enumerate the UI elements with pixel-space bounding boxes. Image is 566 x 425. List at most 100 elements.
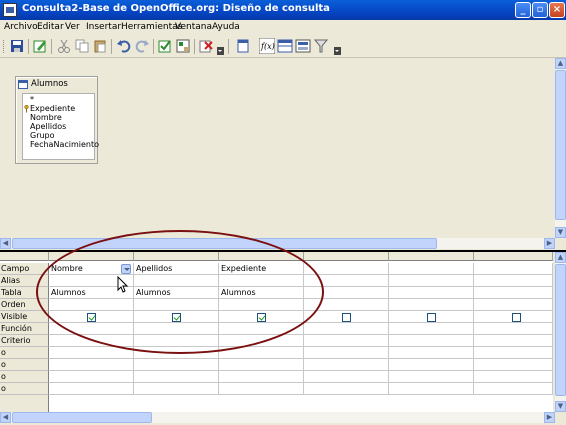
field-item-all[interactable]: * bbox=[30, 95, 34, 104]
cell-tabla-1[interactable]: Alumnos bbox=[49, 287, 134, 299]
cell-campo-2[interactable]: Apellidos bbox=[134, 263, 219, 275]
cell-campo-5[interactable] bbox=[389, 263, 474, 275]
cell-orden-6[interactable] bbox=[474, 299, 553, 311]
menu-ver[interactable]: Ver bbox=[65, 22, 80, 32]
row-o-cells[interactable] bbox=[49, 359, 553, 371]
query-design-grid[interactable]: Campo Alias Tabla Orden Visible Función … bbox=[0, 252, 553, 412]
tables-pane-vscroll-thumb[interactable] bbox=[555, 70, 566, 220]
table-window-alumnos[interactable]: Alumnos * Expediente Nombre Apellidos Gr… bbox=[15, 76, 99, 164]
cell-orden-5[interactable] bbox=[389, 299, 474, 311]
maximize-button[interactable]: ▫ bbox=[532, 2, 548, 18]
scroll-up-button[interactable]: ▲ bbox=[555, 252, 566, 263]
visible-checkbox-4[interactable] bbox=[342, 313, 351, 322]
column-header[interactable] bbox=[134, 252, 219, 261]
column-header[interactable] bbox=[49, 252, 134, 261]
row-o-cells[interactable] bbox=[49, 371, 553, 383]
save-icon[interactable] bbox=[9, 38, 25, 54]
cell-orden-1[interactable] bbox=[49, 299, 134, 311]
delete-icon[interactable] bbox=[198, 38, 214, 54]
cell-alias-2[interactable] bbox=[134, 275, 219, 287]
toolbar-grip[interactable] bbox=[3, 40, 6, 53]
tables-pane-vscroll[interactable]: ▲ ▼ bbox=[555, 58, 566, 238]
table-window-header[interactable]: Alumnos bbox=[18, 79, 95, 91]
scroll-up-button[interactable]: ▲ bbox=[555, 58, 566, 69]
scroll-down-button[interactable]: ▼ bbox=[555, 401, 566, 412]
scroll-right-button[interactable]: ▶ bbox=[544, 412, 555, 423]
cell-alias-4[interactable] bbox=[304, 275, 389, 287]
close-button[interactable]: × bbox=[549, 2, 565, 18]
menu-ayuda[interactable]: Ayuda bbox=[212, 22, 240, 32]
copy-icon[interactable] bbox=[74, 38, 90, 54]
column-header[interactable] bbox=[389, 252, 474, 261]
toolbar-dropdown-arrow-2[interactable] bbox=[334, 47, 341, 55]
cell-orden-2[interactable] bbox=[134, 299, 219, 311]
cell-campo-3[interactable]: Expediente bbox=[219, 263, 304, 275]
menu-ventana[interactable]: Ventana bbox=[175, 22, 212, 32]
visible-checkbox-1[interactable] bbox=[87, 313, 96, 322]
cell-campo-4[interactable] bbox=[304, 263, 389, 275]
redo-icon[interactable] bbox=[134, 38, 150, 54]
row-criterio-cells[interactable] bbox=[49, 335, 553, 347]
toolbar-dropdown-arrow[interactable] bbox=[217, 47, 224, 55]
column-header[interactable] bbox=[474, 252, 553, 261]
visible-checkbox-6[interactable] bbox=[512, 313, 521, 322]
visible-checkbox-2[interactable] bbox=[172, 313, 181, 322]
field-item-expediente[interactable]: Expediente bbox=[30, 104, 75, 113]
row-label-o: o bbox=[0, 359, 49, 371]
cut-icon[interactable] bbox=[56, 38, 72, 54]
scroll-left-button[interactable]: ◀ bbox=[0, 412, 11, 423]
visible-checkbox-3[interactable] bbox=[257, 313, 266, 322]
menu-archivo[interactable]: Archivo bbox=[4, 22, 38, 32]
cell-campo-6[interactable] bbox=[474, 263, 553, 275]
row-o-cells[interactable] bbox=[49, 347, 553, 359]
paste-icon[interactable] bbox=[92, 38, 108, 54]
tables-pane[interactable]: Alumnos * Expediente Nombre Apellidos Gr… bbox=[0, 58, 555, 238]
cell-alias-1[interactable] bbox=[49, 275, 134, 287]
menu-editar[interactable]: Editar bbox=[37, 22, 64, 32]
cell-tabla-3[interactable]: Alumnos bbox=[219, 287, 304, 299]
alias-icon[interactable] bbox=[295, 38, 311, 54]
column-header[interactable] bbox=[219, 252, 304, 261]
menu-insertar[interactable]: Insertar bbox=[86, 22, 121, 32]
add-table-icon[interactable] bbox=[157, 38, 173, 54]
functions-icon[interactable]: f(x) bbox=[259, 38, 275, 54]
toolbar-separator bbox=[194, 39, 195, 54]
visible-checkbox-5[interactable] bbox=[427, 313, 436, 322]
field-dropdown-button[interactable] bbox=[121, 264, 131, 274]
cell-alias-6[interactable] bbox=[474, 275, 553, 287]
grid-hscroll[interactable]: ◀ ▶ bbox=[0, 412, 555, 423]
cell-tabla-4[interactable] bbox=[304, 287, 389, 299]
tables-pane-hscroll-thumb[interactable] bbox=[12, 238, 437, 249]
grid-vscroll[interactable]: ▲ ▼ bbox=[555, 252, 566, 412]
cell-tabla-5[interactable] bbox=[389, 287, 474, 299]
distinct-icon[interactable] bbox=[313, 38, 329, 54]
field-item-nombre[interactable]: Nombre bbox=[30, 113, 62, 122]
field-item-apellidos[interactable]: Apellidos bbox=[30, 122, 66, 131]
cell-tabla-6[interactable] bbox=[474, 287, 553, 299]
row-funcion-cells[interactable] bbox=[49, 323, 553, 335]
grid-hscroll-thumb[interactable] bbox=[12, 412, 152, 423]
run-query-icon[interactable] bbox=[235, 38, 251, 54]
field-item-grupo[interactable]: Grupo bbox=[30, 131, 55, 140]
field-list[interactable]: * Expediente Nombre Apellidos Grupo Fech… bbox=[22, 93, 99, 160]
menu-herramientas[interactable]: Herramientas bbox=[121, 22, 182, 32]
scroll-left-button[interactable]: ◀ bbox=[0, 238, 11, 249]
app-icon[interactable] bbox=[3, 3, 17, 17]
undo-icon[interactable] bbox=[116, 38, 132, 54]
table-name-icon[interactable] bbox=[277, 38, 293, 54]
tables-pane-hscroll[interactable]: ◀ ▶ bbox=[0, 238, 555, 249]
scroll-down-button[interactable]: ▼ bbox=[555, 227, 566, 238]
row-o-cells[interactable] bbox=[49, 383, 553, 395]
field-item-fechanacimiento[interactable]: FechaNacimiento bbox=[30, 140, 99, 149]
edit-icon[interactable] bbox=[32, 38, 48, 54]
minimize-button[interactable]: _ bbox=[515, 2, 531, 18]
cell-orden-4[interactable] bbox=[304, 299, 389, 311]
cell-orden-3[interactable] bbox=[219, 299, 304, 311]
scroll-right-button[interactable]: ▶ bbox=[544, 238, 555, 249]
design-view-icon[interactable] bbox=[175, 38, 191, 54]
column-header[interactable] bbox=[304, 252, 389, 261]
cell-tabla-2[interactable]: Alumnos bbox=[134, 287, 219, 299]
cell-alias-5[interactable] bbox=[389, 275, 474, 287]
grid-vscroll-thumb[interactable] bbox=[555, 264, 566, 396]
cell-alias-3[interactable] bbox=[219, 275, 304, 287]
